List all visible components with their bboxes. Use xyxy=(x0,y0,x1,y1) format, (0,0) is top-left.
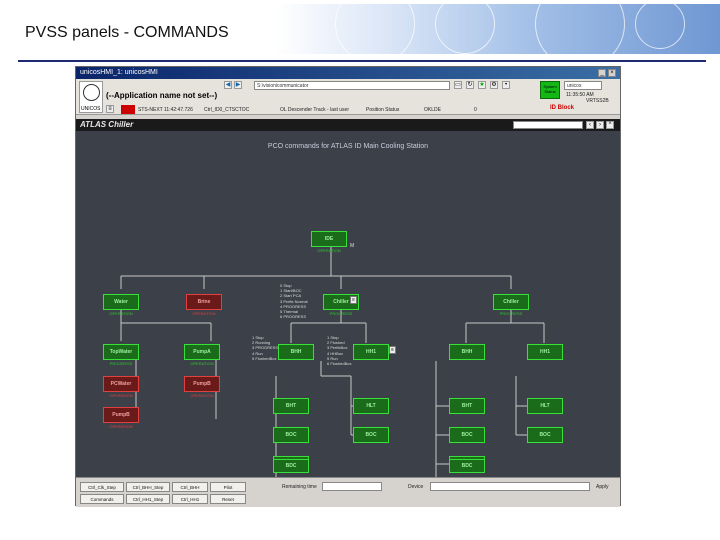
pvss-window: unicosHMI_1: unicosHMI _ × UNICOS (--App… xyxy=(75,66,621,507)
status-field-3: OL Descender Track - last user xyxy=(280,107,350,113)
slide-title: PVSS panels - COMMANDS xyxy=(25,24,229,41)
pin-icon[interactable]: • xyxy=(502,81,510,89)
lock-icon[interactable]: ≡ xyxy=(350,296,357,304)
apply-label[interactable]: Apply xyxy=(596,484,609,490)
status-brine: OPERATION xyxy=(192,311,216,316)
node-bhh-1[interactable]: BHH xyxy=(278,344,314,360)
alarm-text: ID Block xyxy=(550,105,575,111)
gear-icon[interactable]: ⚙ xyxy=(490,81,498,89)
forward-icon[interactable]: ▶ xyxy=(234,81,242,89)
node-bdc-2[interactable]: BDC xyxy=(449,459,485,473)
status-field-1: STS-NEXT 11:42:47.726 xyxy=(138,107,193,113)
status-field-4: Position Status xyxy=(366,107,400,113)
node-brine[interactable]: Brine xyxy=(186,294,222,310)
node-boc-4[interactable]: BOC xyxy=(527,427,563,443)
remaining-time-field xyxy=(322,482,382,491)
status-pcwater: OPERATION xyxy=(109,393,133,398)
address-field[interactable]: S:\visionicommunicator xyxy=(254,81,450,90)
bottom-cell[interactable]: Ctrl_HH1 xyxy=(172,494,208,504)
status-chiller-2: PROGRESS xyxy=(499,311,523,316)
node-hh1-2[interactable]: HH1 xyxy=(527,344,563,360)
back-icon[interactable]: ◀ xyxy=(224,81,232,89)
status-water: OPERATION xyxy=(109,311,133,316)
bottom-cell[interactable]: Ctrl_BHH_Step xyxy=(126,482,170,492)
root-status: OPERATION xyxy=(317,248,341,253)
nav-up-icon[interactable]: ^ xyxy=(606,121,614,129)
alarm-indicator xyxy=(121,105,135,114)
node-pumpb-1[interactable]: PumpB xyxy=(184,376,220,392)
device-field[interactable] xyxy=(430,482,590,491)
node-pumpa[interactable]: PumpA xyxy=(184,344,220,360)
status-pumpb-1: OPERATION xyxy=(190,393,214,398)
node-bht-1[interactable]: BHT xyxy=(273,398,309,414)
status-chiller-1: PROGRESS xyxy=(329,311,353,316)
command-canvas: PCO commands for ATLAS ID Main Cooling S… xyxy=(76,131,620,477)
node-hh1-1[interactable]: HH1 xyxy=(353,344,389,360)
window-titlebar: unicosHMI_1: unicosHMI xyxy=(76,67,620,79)
unicos-logo: UNICOS xyxy=(79,81,103,113)
node-water[interactable]: Water xyxy=(103,294,139,310)
system-status-box[interactable]: System Status xyxy=(540,81,560,99)
root-node[interactable]: IDE xyxy=(311,231,347,247)
node-boc-3[interactable]: BOC xyxy=(449,427,485,443)
status-pumpa: OPERATION xyxy=(190,361,214,366)
bottom-cell[interactable]: Ctrl_HH1_Step xyxy=(126,494,170,504)
user-field[interactable]: unicos xyxy=(564,81,602,90)
status-topwater: PROGRESS xyxy=(109,361,133,366)
panel-select[interactable] xyxy=(513,121,583,129)
remaining-time-label: Remaining time xyxy=(282,484,317,490)
title-rule xyxy=(18,60,706,62)
bottom-cell[interactable]: Pilot xyxy=(210,482,246,492)
status-field-2: Ctrl_ID0_CTSCTOC xyxy=(204,107,250,113)
node-hlt-2[interactable]: HLT xyxy=(527,398,563,414)
node-topwater[interactable]: TopWater xyxy=(103,344,139,360)
bottom-cell[interactable]: Commands xyxy=(80,494,124,504)
node-pumpb-2[interactable]: PumpB xyxy=(103,407,139,423)
menu-icon[interactable]: ≡ xyxy=(106,105,114,113)
node-boc-2[interactable]: BOC xyxy=(353,427,389,443)
nav-next-icon[interactable]: › xyxy=(596,121,604,129)
node-chiller-2[interactable]: Chiller xyxy=(493,294,529,310)
nav-prev-icon[interactable]: ‹ xyxy=(586,121,594,129)
device-label: Device xyxy=(408,484,424,490)
bottom-cell[interactable]: Reset xyxy=(210,494,246,504)
clock-date: VRTSS2B xyxy=(586,98,609,104)
node-hlt-1[interactable]: HLT xyxy=(353,398,389,414)
application-name: (--Application name not set--) xyxy=(106,91,218,100)
bottom-bar: Ctrl_Clk_Step Ctrl_BHH_Step Ctrl_BHH Pil… xyxy=(76,477,620,507)
folder-icon[interactable]: ▭ xyxy=(454,81,462,89)
status-field-6: 0 xyxy=(474,107,477,113)
node-boc-1[interactable]: BOC xyxy=(273,427,309,443)
header-banner xyxy=(275,4,720,54)
node-bdc-1[interactable]: BDC xyxy=(273,459,309,473)
node-bht-2[interactable]: BHT xyxy=(449,398,485,414)
bhh-command-list[interactable]: 1 Stop 2 Running 3 PROGRESS 4 Run 5 Flus… xyxy=(252,335,278,361)
close-icon[interactable]: × xyxy=(608,69,616,77)
bottom-cell[interactable]: Ctrl_Clk_Step xyxy=(80,482,124,492)
star-icon[interactable]: ★ xyxy=(478,81,486,89)
minimize-icon[interactable]: _ xyxy=(598,69,606,77)
node-bhh-2[interactable]: BHH xyxy=(449,344,485,360)
root-mode: M xyxy=(350,243,355,249)
refresh-icon[interactable]: ↻ xyxy=(466,81,474,89)
lock-icon[interactable]: ≡ xyxy=(389,346,396,354)
bottom-cell[interactable]: Ctrl_BHH xyxy=(172,482,208,492)
hh1-command-list[interactable]: 1 Stop 2 Flushed 3 PrefixBox 4 HHBox 5 R… xyxy=(327,335,351,366)
status-field-5: OKLDE xyxy=(424,107,441,113)
chiller-command-list[interactable]: 0 Stop 1 Start/BOC 2 Start PCA 3 Prefix … xyxy=(280,283,308,319)
node-pcwater[interactable]: PCWater xyxy=(103,376,139,392)
status-pumpb-2: OPERATION xyxy=(109,424,133,429)
